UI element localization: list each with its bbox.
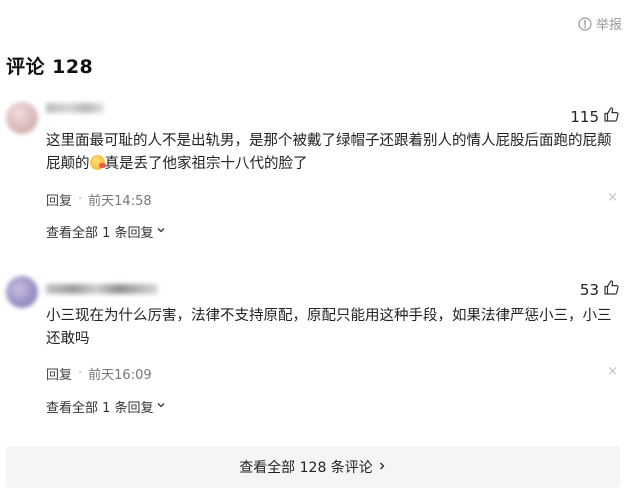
comment-meta: 回复 · 前天16:09 (46, 364, 152, 383)
thumbs-up-icon (603, 106, 620, 127)
comment-text: 这里面最可耻的人不是出轨男，是那个被戴了绿帽子还跟着别人的情人屁股后面跑的屁颠屁… (46, 130, 616, 176)
comment-text-part: 小三现在为什么厉害，法律不支持原配，原配只能用这种手段，如果法律严惩小三，小三还… (46, 308, 612, 347)
view-replies-link[interactable]: 查看全部 1 条回复 (46, 222, 166, 241)
like-count: 53 (579, 280, 599, 299)
timestamp: 前天14:58 (88, 194, 152, 209)
comments-title: 评论 128 (6, 56, 94, 78)
chevron-down-icon (156, 399, 166, 414)
separator-dot: · (78, 192, 83, 207)
warning-circle-icon (578, 16, 592, 31)
chevron-down-icon (156, 224, 166, 239)
report-label: 举报 (595, 18, 622, 33)
report-link[interactable]: 举报 (578, 14, 622, 33)
view-replies-label: 查看全部 1 条回复 (46, 401, 154, 416)
avatar[interactable] (6, 276, 38, 308)
view-replies-label: 查看全部 1 条回复 (46, 226, 154, 241)
close-icon[interactable]: × (607, 190, 618, 205)
reply-button[interactable]: 回复 (46, 364, 72, 383)
reply-button[interactable]: 回复 (46, 190, 72, 209)
view-replies-link[interactable]: 查看全部 1 条回复 (46, 397, 166, 416)
chevron-right-icon (377, 459, 387, 475)
username[interactable] (46, 284, 158, 294)
like-count: 115 (570, 107, 599, 126)
like-button[interactable]: 53 (580, 279, 620, 300)
thumbs-up-icon (603, 279, 620, 300)
comment-meta: 回复 · 前天14:58 (46, 190, 152, 209)
view-all-comments-label: 查看全部 128 条评论 (239, 460, 373, 476)
emoji-icon (89, 155, 106, 170)
comment-text-part: 真是丢了他家祖宗十八代的脸了 (104, 156, 308, 172)
avatar[interactable] (6, 102, 38, 134)
close-icon[interactable]: × (607, 364, 618, 379)
separator-dot: · (78, 366, 83, 381)
like-button[interactable]: 115 (570, 106, 620, 127)
comment-text: 小三现在为什么厉害，法律不支持原配，原配只能用这种手段，如果法律严惩小三，小三还… (46, 305, 616, 351)
view-all-comments-button[interactable]: 查看全部 128 条评论 (6, 446, 620, 488)
username[interactable] (46, 103, 104, 113)
timestamp: 前天16:09 (88, 368, 152, 383)
